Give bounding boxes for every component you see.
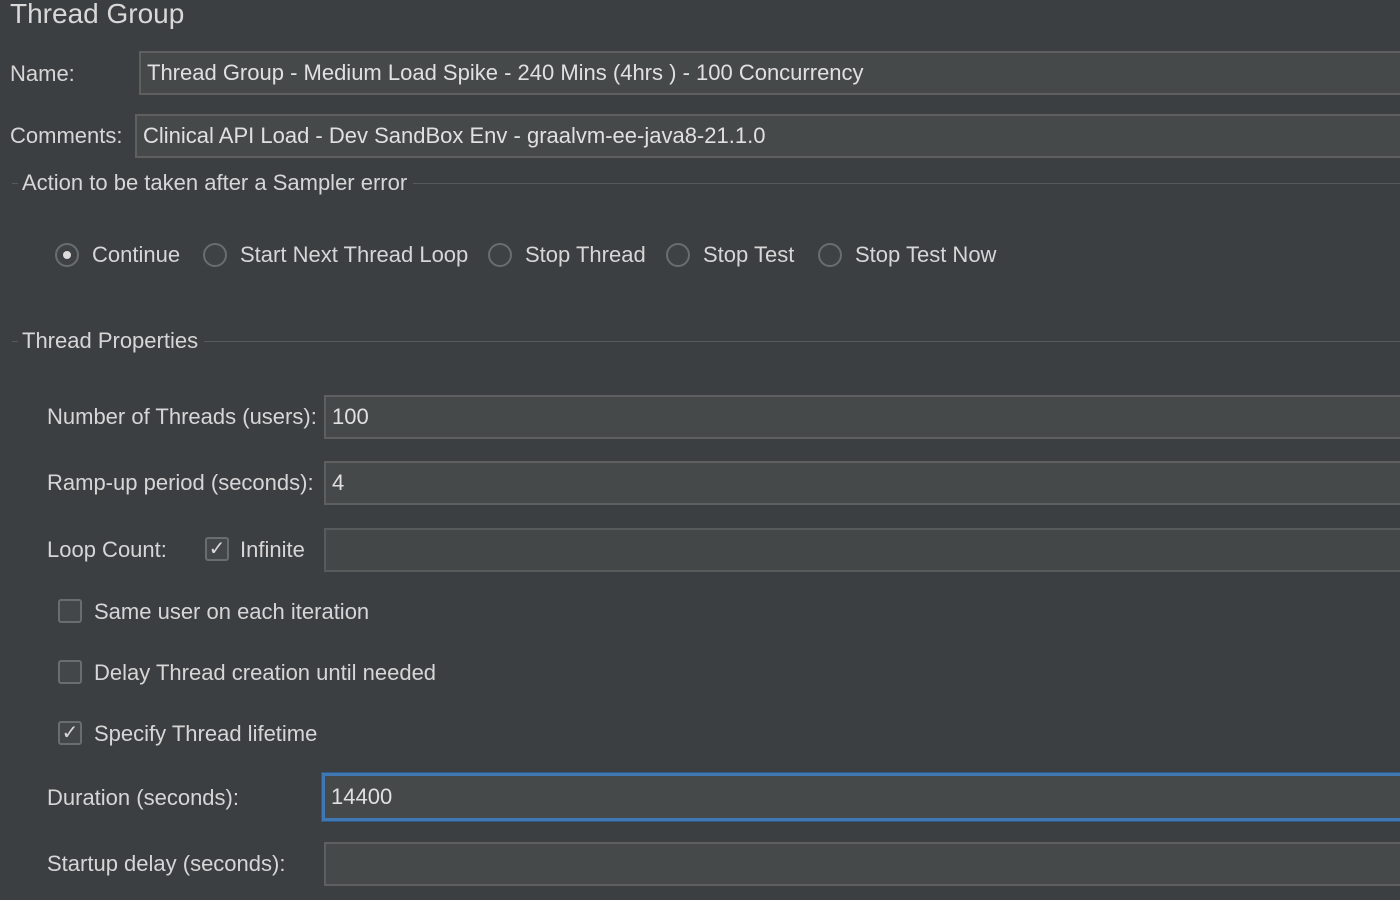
comments-input[interactable] xyxy=(135,114,1400,158)
sampler-error-title: Action to be taken after a Sampler error xyxy=(18,168,414,198)
continue-radio[interactable] xyxy=(55,243,79,267)
stop-test-radio[interactable] xyxy=(666,243,690,267)
duration-input[interactable] xyxy=(322,773,1400,821)
stop-thread-label[interactable]: Stop Thread xyxy=(525,240,646,270)
thread-properties-divider xyxy=(12,341,1400,342)
stop-test-label[interactable]: Stop Test xyxy=(703,240,794,270)
num-threads-input[interactable] xyxy=(324,395,1400,439)
name-input[interactable] xyxy=(139,51,1400,95)
start-next-thread-loop-radio[interactable] xyxy=(203,243,227,267)
comments-label: Comments: xyxy=(10,123,123,148)
stop-test-now-label[interactable]: Stop Test Now xyxy=(855,240,996,270)
infinite-label[interactable]: Infinite xyxy=(240,535,305,565)
check-icon: ✓ xyxy=(61,722,79,744)
same-user-checkbox[interactable] xyxy=(58,599,82,623)
name-label: Name: xyxy=(10,61,75,86)
panel-title: Thread Group xyxy=(10,0,185,29)
loop-count-label: Loop Count: xyxy=(47,537,167,562)
stop-thread-radio[interactable] xyxy=(488,243,512,267)
specify-lifetime-label[interactable]: Specify Thread lifetime xyxy=(94,719,317,749)
num-threads-label: Number of Threads (users): xyxy=(47,404,317,429)
delay-thread-checkbox[interactable] xyxy=(58,660,82,684)
duration-label: Duration (seconds): xyxy=(47,785,239,810)
stop-test-now-radio[interactable] xyxy=(818,243,842,267)
check-icon: ✓ xyxy=(208,538,226,560)
startup-delay-label: Startup delay (seconds): xyxy=(47,851,286,876)
infinite-checkbox[interactable]: ✓ xyxy=(205,537,229,561)
continue-label[interactable]: Continue xyxy=(92,240,180,270)
same-user-label[interactable]: Same user on each iteration xyxy=(94,597,369,627)
thread-properties-title: Thread Properties xyxy=(18,326,205,356)
startup-delay-input[interactable] xyxy=(324,842,1400,886)
loop-count-input[interactable] xyxy=(324,528,1400,572)
ramp-up-label: Ramp-up period (seconds): xyxy=(47,470,314,495)
delay-thread-label[interactable]: Delay Thread creation until needed xyxy=(94,658,436,688)
specify-lifetime-checkbox[interactable]: ✓ xyxy=(58,721,82,745)
ramp-up-input[interactable] xyxy=(324,461,1400,505)
start-next-thread-loop-label[interactable]: Start Next Thread Loop xyxy=(240,240,468,270)
